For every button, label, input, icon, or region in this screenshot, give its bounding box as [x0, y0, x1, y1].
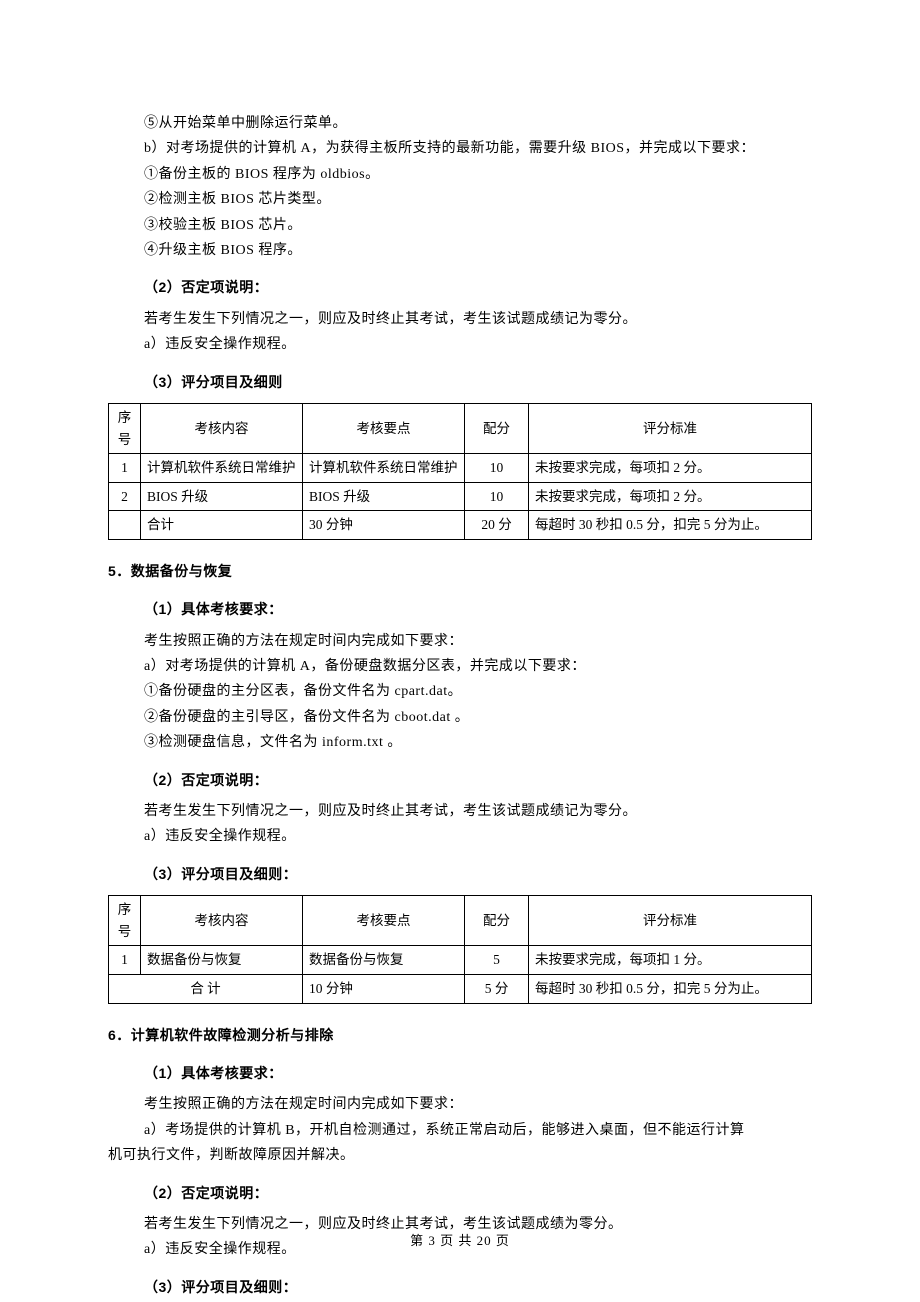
th-name: 考核内容	[141, 403, 303, 453]
line: ③检测硬盘信息，文件名为 inform.txt 。	[144, 732, 812, 754]
th-seq: 序号	[109, 403, 141, 453]
cell: 10	[465, 454, 529, 483]
cell: 每超时 30 秒扣 0.5 分，扣完 5 分为止。	[529, 511, 812, 540]
th-name: 考核内容	[141, 896, 303, 946]
line: ①备份主板的 BIOS 程序为 oldbios。	[144, 164, 812, 186]
cell: 数据备份与恢复	[303, 946, 465, 975]
section-5: 5．数据备份与恢复 （1）具体考核要求： 考生按照正确的方法在规定时间内完成如下…	[108, 560, 812, 885]
page-footer: 第 3 页 共 20 页	[0, 1231, 920, 1252]
subhead-requirements: （1）具体考核要求：	[144, 1062, 812, 1084]
subhead-scoring: （3）评分项目及细则：	[144, 863, 812, 885]
line: ⑤从开始菜单中删除运行菜单。	[144, 113, 812, 135]
section-4-continued: ⑤从开始菜单中删除运行菜单。 b）对考场提供的计算机 A，为获得主板所支持的最新…	[108, 113, 812, 393]
th-score: 配分	[465, 403, 529, 453]
cell: BIOS 升级	[303, 482, 465, 511]
table-total-row: 合计 30 分钟 20 分 每超时 30 秒扣 0.5 分，扣完 5 分为止。	[109, 511, 812, 540]
line: 若考生发生下列情况之一，则应及时终止其考试，考生该试题成绩记为零分。	[144, 309, 812, 331]
cell: 30 分钟	[303, 511, 465, 540]
cell: 未按要求完成，每项扣 2 分。	[529, 454, 812, 483]
table-header: 序号 考核内容 考核要点 配分 评分标准	[109, 403, 812, 453]
th-seq: 序号	[109, 896, 141, 946]
th-point: 考核要点	[303, 896, 465, 946]
cell: 5	[465, 946, 529, 975]
cell: 5 分	[465, 974, 529, 1003]
th-point: 考核要点	[303, 403, 465, 453]
line: 考生按照正确的方法在规定时间内完成如下要求：	[144, 631, 812, 653]
subhead-requirements: （1）具体考核要求：	[144, 598, 812, 620]
th-std: 评分标准	[529, 403, 812, 453]
table-row: 1 数据备份与恢复 数据备份与恢复 5 未按要求完成，每项扣 1 分。	[109, 946, 812, 975]
cell: 每超时 30 秒扣 0.5 分，扣完 5 分为止。	[529, 974, 812, 1003]
line: ④升级主板 BIOS 程序。	[144, 240, 812, 262]
line: ③校验主板 BIOS 芯片。	[144, 215, 812, 237]
section-title: 6．计算机软件故障检测分析与排除	[108, 1024, 812, 1046]
cell: 合计	[141, 511, 303, 540]
cell: 数据备份与恢复	[141, 946, 303, 975]
cell: 20 分	[465, 511, 529, 540]
cell: 计算机软件系统日常维护	[141, 454, 303, 483]
line: a）考场提供的计算机 B，开机自检测通过，系统正常启动后，能够进入桌面，但不能运…	[144, 1120, 812, 1142]
table-total-row: 合 计 10 分钟 5 分 每超时 30 秒扣 0.5 分，扣完 5 分为止。	[109, 974, 812, 1003]
subhead-negative: （2）否定项说明：	[144, 1182, 812, 1204]
table-row: 1 计算机软件系统日常维护 计算机软件系统日常维护 10 未按要求完成，每项扣 …	[109, 454, 812, 483]
cell: BIOS 升级	[141, 482, 303, 511]
line: ②备份硬盘的主引导区，备份文件名为 cboot.dat 。	[144, 707, 812, 729]
th-std: 评分标准	[529, 896, 812, 946]
line: 考生按照正确的方法在规定时间内完成如下要求：	[144, 1094, 812, 1116]
scoring-table-4: 序号 考核内容 考核要点 配分 评分标准 1 计算机软件系统日常维护 计算机软件…	[108, 403, 812, 540]
cell: 合 计	[109, 974, 303, 1003]
subhead-negative: （2）否定项说明：	[144, 276, 812, 298]
line: a）违反安全操作规程。	[144, 826, 812, 848]
subhead-scoring: （3）评分项目及细则：	[144, 1276, 812, 1298]
line: a）违反安全操作规程。	[144, 334, 812, 356]
line: ①备份硬盘的主分区表，备份文件名为 cpart.dat。	[144, 681, 812, 703]
th-score: 配分	[465, 896, 529, 946]
cell	[109, 511, 141, 540]
table-row: 2 BIOS 升级 BIOS 升级 10 未按要求完成，每项扣 2 分。	[109, 482, 812, 511]
cell: 计算机软件系统日常维护	[303, 454, 465, 483]
line: 若考生发生下列情况之一，则应及时终止其考试，考生该试题成绩记为零分。	[144, 801, 812, 823]
line: ②检测主板 BIOS 芯片类型。	[144, 189, 812, 211]
subhead-scoring: （3）评分项目及细则	[144, 371, 812, 393]
table-header: 序号 考核内容 考核要点 配分 评分标准	[109, 896, 812, 946]
scoring-table-5: 序号 考核内容 考核要点 配分 评分标准 1 数据备份与恢复 数据备份与恢复 5…	[108, 895, 812, 1003]
cell: 10 分钟	[303, 974, 465, 1003]
section-title: 5．数据备份与恢复	[108, 560, 812, 582]
cell: 10	[465, 482, 529, 511]
line: a）对考场提供的计算机 A，备份硬盘数据分区表，并完成以下要求：	[144, 656, 812, 678]
cell: 未按要求完成，每项扣 1 分。	[529, 946, 812, 975]
line: b）对考场提供的计算机 A，为获得主板所支持的最新功能，需要升级 BIOS，并完…	[144, 138, 812, 160]
cell: 1	[109, 454, 141, 483]
cell: 2	[109, 482, 141, 511]
line: 机可执行文件，判断故障原因并解决。	[108, 1145, 812, 1167]
cell: 未按要求完成，每项扣 2 分。	[529, 482, 812, 511]
section-6: 6．计算机软件故障检测分析与排除 （1）具体考核要求： 考生按照正确的方法在规定…	[108, 1024, 812, 1299]
cell: 1	[109, 946, 141, 975]
subhead-negative: （2）否定项说明：	[144, 769, 812, 791]
